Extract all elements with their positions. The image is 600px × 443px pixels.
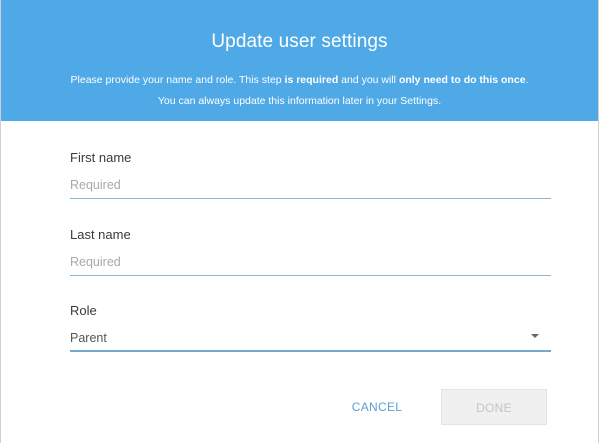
first-name-field: First name <box>70 148 551 199</box>
done-button[interactable]: DONE <box>441 389 547 425</box>
role-label: Role <box>70 303 97 318</box>
role-field: Role Parent <box>70 301 551 352</box>
last-name-input-wrapper <box>70 253 551 276</box>
dialog-title: Update user settings <box>211 31 388 52</box>
subtitle-text-2: and you will <box>338 74 399 86</box>
last-name-input[interactable] <box>70 255 551 269</box>
subtitle-bold-required: is required <box>284 74 339 86</box>
role-selected-value: Parent <box>70 331 107 345</box>
subtitle-text-3: . <box>525 74 529 86</box>
dropdown-arrow-icon[interactable] <box>531 334 539 338</box>
first-name-input-wrapper <box>70 176 551 199</box>
last-name-label: Last name <box>70 227 131 242</box>
subtitle-bold-once: only need to do this once <box>398 74 526 86</box>
dialog-subtitle-line-1: Please provide your name and role. This … <box>1 70 598 91</box>
cancel-button[interactable]: CANCEL <box>334 389 420 425</box>
subtitle-text-1: Please provide your name and role. This … <box>70 74 285 86</box>
first-name-input[interactable] <box>70 178 551 192</box>
dialog-header: Update user settings Please provide your… <box>1 0 598 121</box>
last-name-field: Last name <box>70 225 551 276</box>
update-settings-dialog: Update user settings Please provide your… <box>0 0 599 443</box>
first-name-label: First name <box>70 150 132 165</box>
dialog-subtitle-line-2: You can always update this information l… <box>157 95 442 107</box>
role-select[interactable]: Parent <box>70 329 551 352</box>
dialog-subtitle: Please provide your name and role. This … <box>1 70 598 112</box>
